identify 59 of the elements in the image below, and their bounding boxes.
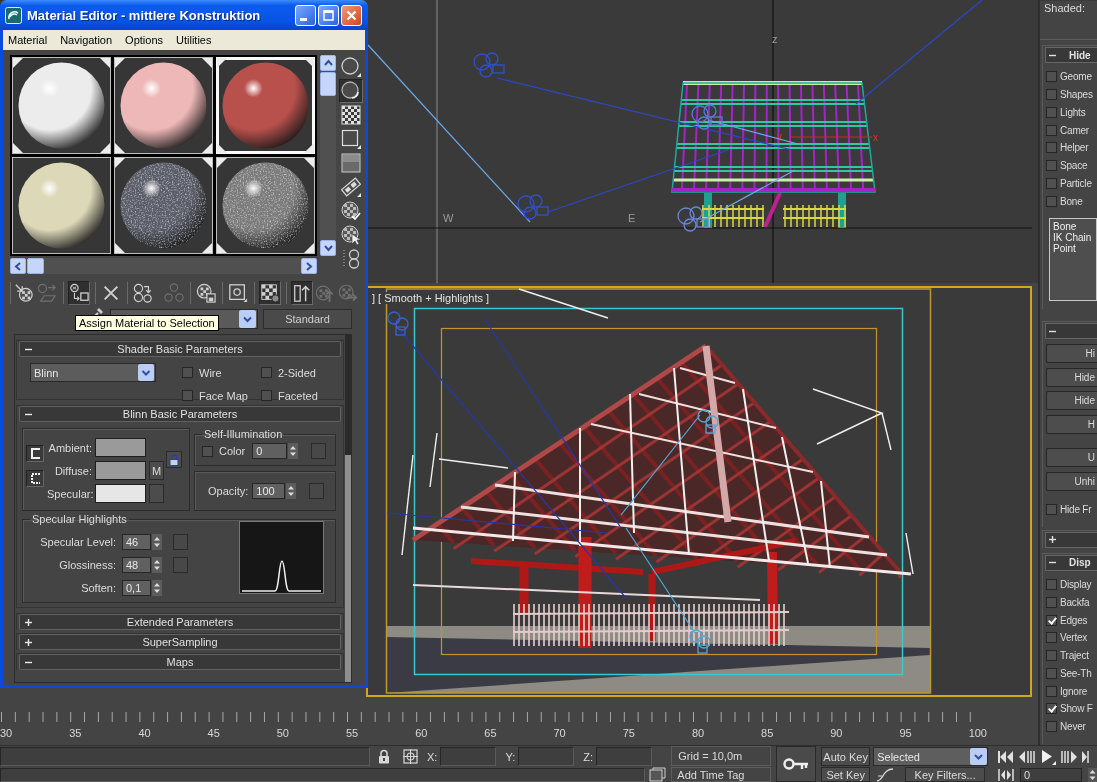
frame-number: 75 [622,727,635,739]
checkbox-label: Edges [1060,614,1088,626]
frame-number: 70 [553,727,566,739]
field-label: Glossiness: [58,559,116,571]
color-label: Specular: [47,487,92,500]
gizmo-axis-label: x [873,132,878,143]
checkbox-label: Faceted [278,389,318,402]
checkbox-label: Camer [1060,124,1089,136]
checkbox-label: Helper [1060,142,1089,154]
compass-label: W [443,212,454,224]
checkbox-label: Ignore [1060,685,1088,697]
axis-label: z [772,33,778,45]
checkbox-label: Space [1060,160,1088,172]
coordinate-label: Z: [583,750,593,763]
checkbox-label: Wire [199,366,222,379]
checkbox-label: Backfa [1060,596,1090,608]
frame-number: 50 [276,727,289,739]
frame-number: 60 [415,727,428,739]
frame-number: 40 [138,727,151,739]
coordinate-label: X: [427,750,438,763]
frame-number: 35 [69,727,82,739]
checkbox-label: Face Map [199,389,248,402]
frame-number: 65 [484,727,497,739]
checkbox-label: Lights [1060,106,1086,118]
window-title: Material Editor - mittlere Konstruktion [27,7,261,23]
frame-number: 100 [968,727,987,739]
checkbox-label: Display [1060,579,1092,591]
field-label: Specular Level: [39,536,116,548]
checkbox-label: See-Th [1060,667,1092,679]
compass-label: E [628,212,636,224]
checkbox-label: Particle [1060,177,1092,189]
tooltip: Assign Material to Selection [75,315,219,331]
checkbox-label: Show F [1060,703,1093,715]
frame-number: 85 [761,727,774,739]
frame-number: 90 [830,727,843,739]
grid-size-readout: Grid = 10,0m [671,746,772,766]
gizmo-axis-label: y [777,131,782,142]
checkbox-label: Bone [1060,195,1083,207]
coordinate-label: Y: [505,750,516,763]
checkbox-label: Traject [1060,650,1089,662]
frame-number: 80 [691,727,705,739]
color-label: Ambient: [47,441,92,454]
frame-number: 55 [345,727,359,739]
field-label: Soften: [80,582,116,594]
checkbox-label: Vertex [1060,632,1088,644]
checkbox-label: Hide Fr [1060,504,1092,516]
checkbox-label: 2-Sided [278,366,316,379]
checkbox-label: Shapes [1060,89,1093,101]
field-label: Opacity: [208,485,249,497]
frame-number: 30 [0,727,13,739]
group-title: Specular Highlights [31,513,128,525]
checkbox-label: Never [1060,721,1086,733]
frame-number: 45 [207,727,220,739]
group-title: Self-Illumination [203,428,284,440]
shading-label: Shaded: [1044,2,1085,14]
color-label: Diffuse: [53,464,92,477]
checkbox-label: Color [219,445,246,457]
frame-number: 95 [899,727,912,739]
checkbox-label: Geome [1060,71,1092,83]
